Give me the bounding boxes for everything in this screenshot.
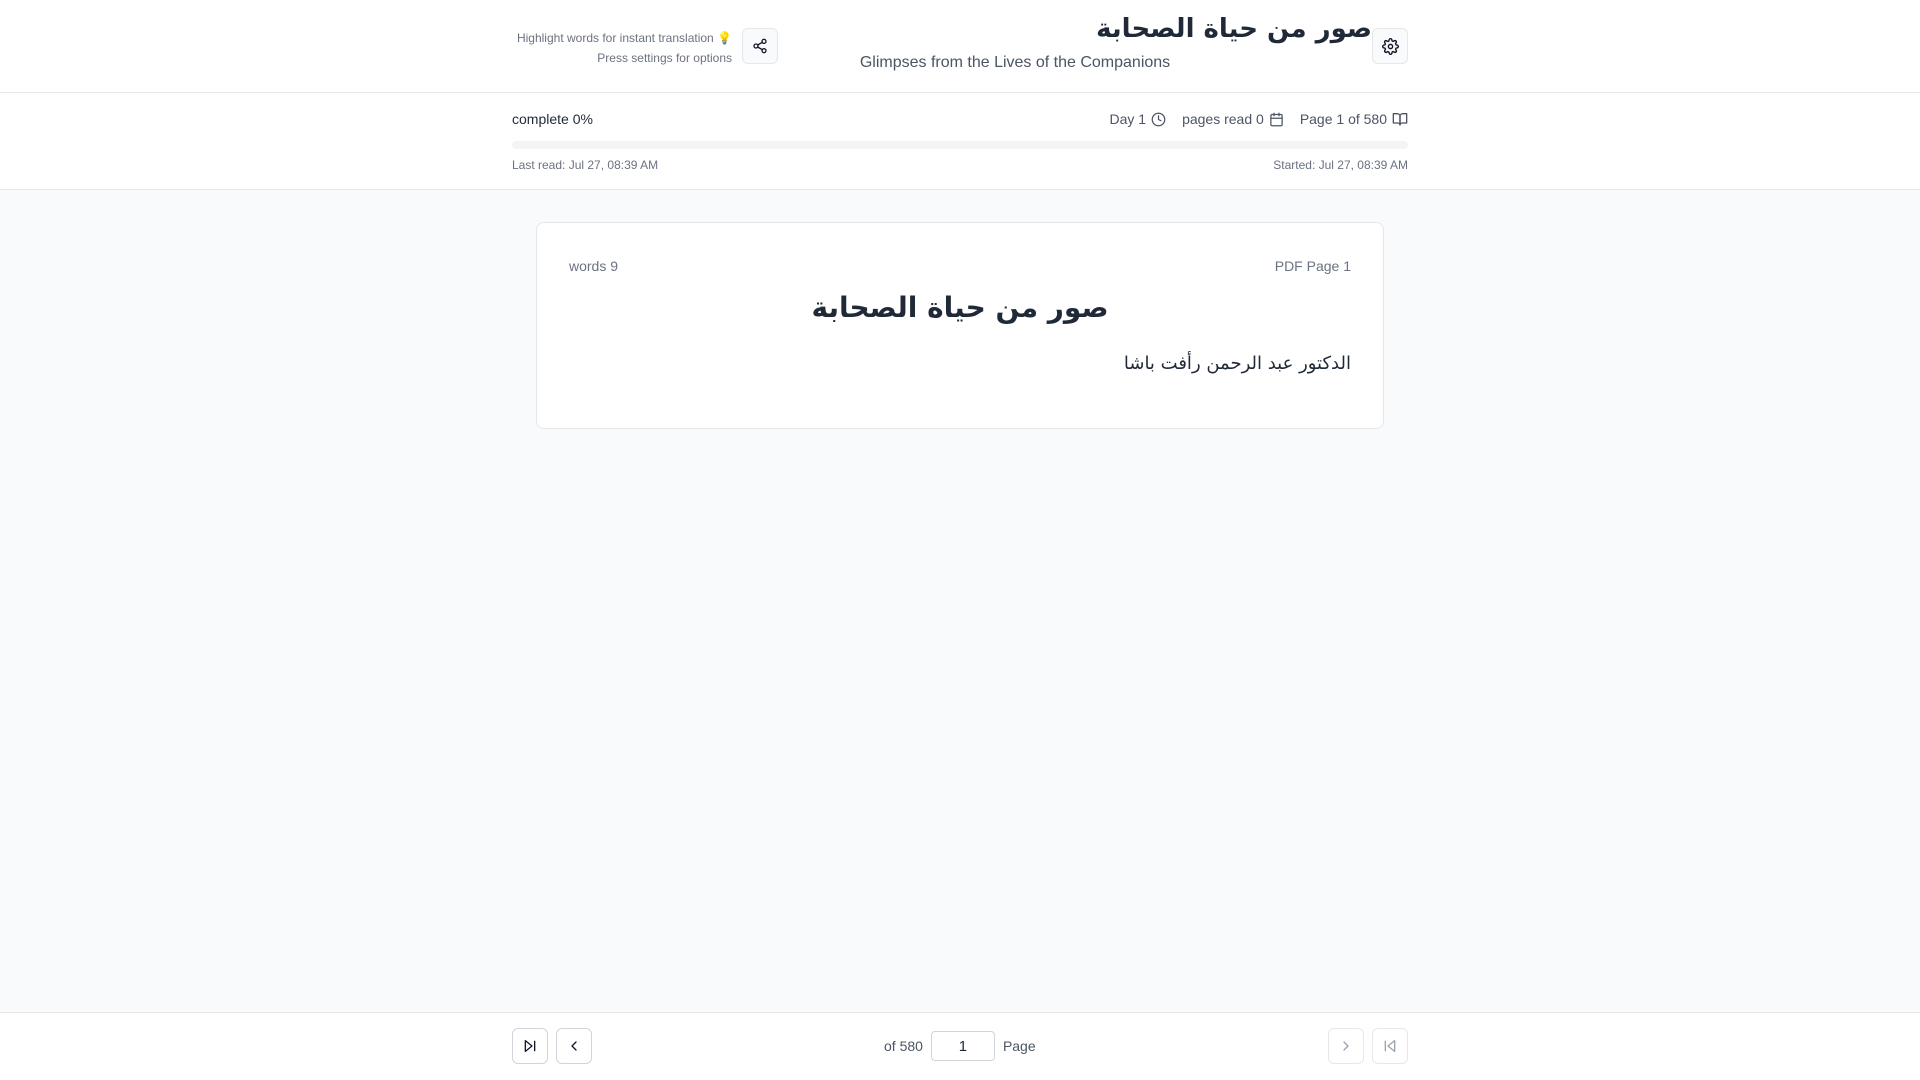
complete-percent: complete 0% [512,111,593,127]
skip-start-icon [1384,1040,1396,1052]
page-number-input[interactable] [930,1031,995,1061]
page-author[interactable]: الدكتور عبد الرحمن رأفت باشا [1124,353,1351,374]
pdf-page-label: PDF Page 1 [1274,258,1351,274]
page-word: Page [1002,1038,1036,1054]
skip-end-icon [524,1040,536,1052]
chevron-right-icon [1343,1041,1349,1051]
share-icon [753,38,767,54]
book-title: صور من حياة الصحابة [1096,14,1372,44]
settings-button[interactable] [1372,28,1408,64]
progress-bar [512,141,1408,149]
reading-stats: Day 1 pages read 0 Page 1 of 580 [1110,111,1409,127]
hint-line-2: Press settings for options [597,51,732,65]
clock-icon [1151,112,1166,126]
book-subtitle: Glimpses from the Lives of the Companion… [859,54,1171,71]
translation-hint: Highlight words for instant translation … [512,28,732,68]
header: Highlight words for instant translation … [0,0,1920,93]
gear-icon [1381,37,1399,55]
hint-line-1: Highlight words for instant translation … [516,31,732,45]
last-page-button[interactable] [512,1028,548,1064]
page-jump: of 580 Page [884,1031,1036,1061]
pages-read-stat: pages read 0 [1182,111,1284,127]
day-label: Day 1 [1109,111,1147,127]
page-total: of 580 [884,1038,923,1054]
first-page-button[interactable] [1372,1028,1408,1064]
next-page-button[interactable] [1328,1028,1364,1064]
previous-page-button[interactable] [556,1028,592,1064]
started-date: Started: Jul 27, 08:39 AM [1273,158,1408,172]
word-count: words 9 [569,258,619,274]
page-stat: Page 1 of 580 [1300,111,1408,127]
chevron-left-icon [571,1041,577,1051]
day-stat: Day 1 [1110,111,1167,127]
page-heading[interactable]: صور من حياة الصحابة [537,291,1383,324]
page-of-label: Page 1 of 580 [1299,111,1387,127]
share-button[interactable] [742,28,778,64]
calendar-icon [1270,112,1283,126]
page-card: words 9 PDF Page 1 صور من حياة الصحابة ا… [536,222,1384,429]
last-read: Last read: Jul 27, 08:39 AM [512,158,659,172]
pages-read-label: pages read 0 [1182,111,1264,127]
book-open-icon [1392,113,1408,126]
page-navigation: of 580 Page [0,1012,1920,1080]
reading-progress: complete 0% Day 1 pages read 0 Page 1 of… [0,93,1920,190]
